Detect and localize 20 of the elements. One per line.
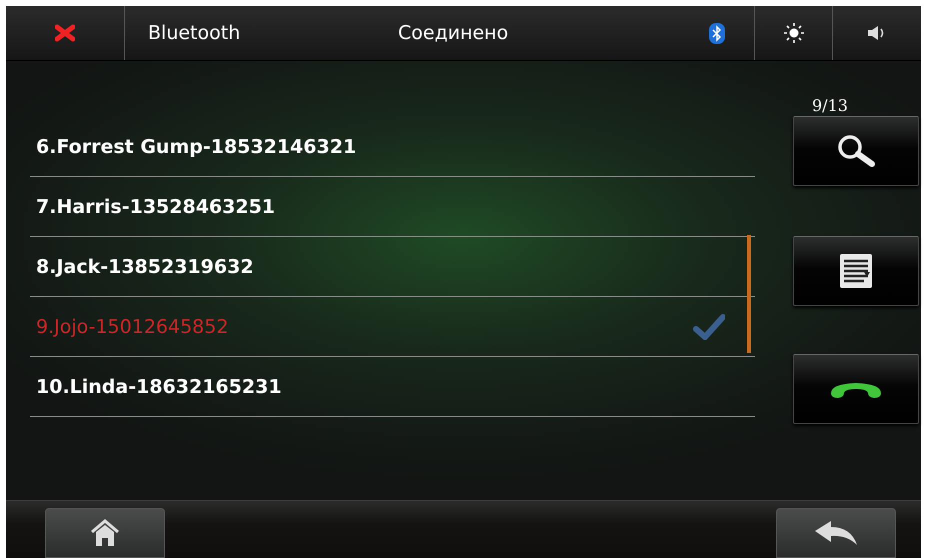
search-icon [836,134,876,168]
contact-row[interactable]: 7.Harris-13528463251 [30,177,755,237]
connection-status: Соединено [398,22,508,44]
page-counter: 9/13 [812,96,848,116]
brightness-icon [782,22,804,44]
close-icon [55,24,75,42]
app-title: Bluetooth [148,22,242,44]
home-icon [90,519,120,547]
back-button[interactable] [776,508,896,558]
contact-row[interactable]: 6.Forrest Gump-18532146321 [30,117,755,177]
home-button[interactable] [45,508,165,558]
list-button[interactable] [793,236,919,306]
list-icon [839,253,873,289]
search-button[interactable] [793,116,919,186]
back-arrow-icon [813,520,859,546]
contact-row[interactable]: 10.Linda-18632165231 [30,357,755,417]
checkmark-icon [693,314,725,340]
scrollbar-thumb[interactable] [747,235,751,353]
call-button[interactable] [793,354,919,424]
bluetooth-icon [709,23,725,44]
